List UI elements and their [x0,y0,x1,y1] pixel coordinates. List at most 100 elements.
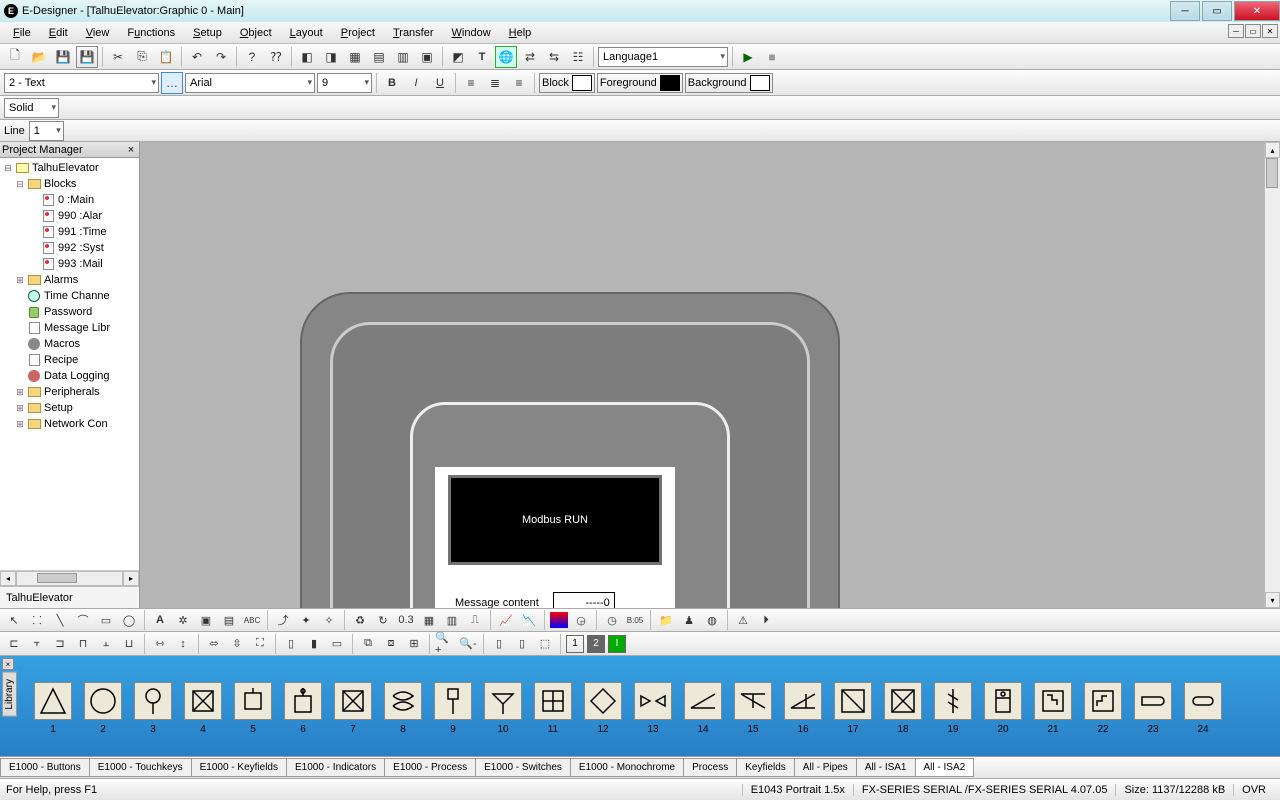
undo-icon[interactable]: ↶ [186,46,208,68]
library-symbol-13[interactable]: 13 [634,682,672,735]
library-tab[interactable]: E1000 - Touchkeys [89,758,192,777]
open-icon[interactable]: 📂 [28,46,50,68]
library-symbol-17[interactable]: 17 [834,682,872,735]
save-icon[interactable]: 💾 [52,46,74,68]
clock-icon[interactable]: ◷ [602,610,622,630]
tree-recipe[interactable]: Recipe [44,354,78,366]
font-select[interactable]: Arial [185,73,315,93]
library-symbol-19[interactable]: 19 [934,682,972,735]
folder2-icon[interactable]: 📁 [656,610,676,630]
tree-msglib[interactable]: Message Libr [44,322,110,334]
tree-time[interactable]: Time Channe [44,290,110,302]
library-close-icon[interactable]: × [2,658,14,670]
tree-block-991[interactable]: 991 :Time [58,226,107,238]
align-m-icon[interactable]: ⫠ [96,634,116,654]
samesize-icon[interactable]: ⛶ [250,634,270,654]
align-c-icon[interactable]: ⫟ [27,634,47,654]
button-icon[interactable]: ▣ [196,610,216,630]
stop-icon[interactable]: ■ [761,46,783,68]
align-b-icon[interactable]: ⊔ [119,634,139,654]
ellipse-icon[interactable]: ◯ [119,610,139,630]
background-color[interactable]: Background [685,73,773,93]
library-symbol-12[interactable]: 12 [584,682,622,735]
design-canvas[interactable]: Modbus RUN Message content -----0 Data q… [140,142,1280,608]
bars-icon[interactable]: ▥ [442,610,462,630]
tag1-icon[interactable]: ✦ [296,610,316,630]
library-tab[interactable]: All - ISA2 [915,758,975,777]
library-symbol-24[interactable]: 24 [1184,682,1222,735]
color-icon[interactable] [550,612,568,628]
tree-block-990[interactable]: 990 :Alar [58,210,102,222]
jump-icon[interactable]: ⤴ [273,610,293,630]
text-icon[interactable]: A [150,610,170,630]
align-t-icon[interactable]: ⊓ [73,634,93,654]
abc-icon[interactable]: ABC [242,610,262,630]
person-icon[interactable]: ♟ [679,610,699,630]
layer-2[interactable]: 2 [587,635,605,653]
library-symbol-23[interactable]: 23 [1134,682,1172,735]
menu-setup[interactable]: Setup [184,25,231,41]
sameh-icon[interactable]: ⇳ [227,634,247,654]
tool-c-icon[interactable]: ▦ [344,46,366,68]
library-symbol-11[interactable]: 11 [534,682,572,735]
trend-icon[interactable]: 📈 [496,610,516,630]
menu-layout[interactable]: Layout [281,25,332,41]
maximize-button[interactable]: ▭ [1202,1,1232,21]
chart-icon[interactable]: 📉 [519,610,539,630]
grid2-icon[interactable]: ⊞ [404,634,424,654]
library-symbol-10[interactable]: 10 [484,682,522,735]
tool-i-icon[interactable]: ⇆ [543,46,565,68]
library-tab[interactable]: All - Pipes [794,758,857,777]
layer-1[interactable]: 1 [566,635,584,653]
pm-tab[interactable]: TalhuElevator [0,586,139,608]
tree-network[interactable]: Network Con [44,418,108,430]
tool-a-icon[interactable]: ◧ [296,46,318,68]
tool-h-icon[interactable]: ⇄ [519,46,541,68]
tool-d-icon[interactable]: ▤ [368,46,390,68]
tree-block-992[interactable]: 992 :Syst [58,242,104,254]
arc-icon[interactable]: ⌒ [73,610,93,630]
library-symbol-3[interactable]: 3 [134,682,172,735]
select-icon[interactable]: ⸬ [27,610,47,630]
menu-edit[interactable]: Edit [40,25,77,41]
library-symbol-6[interactable]: 6 [284,682,322,735]
library-tab[interactable]: E1000 - Monochrome [570,758,684,777]
bos-icon[interactable]: B:05 [625,610,645,630]
samew-icon[interactable]: ⬄ [204,634,224,654]
object-type-select[interactable]: 2 - Text [4,73,159,93]
msg-content-value[interactable]: -----0 [553,592,615,608]
rect-icon[interactable]: ▭ [96,610,116,630]
library-symbol-22[interactable]: 22 [1084,682,1122,735]
close-button[interactable]: ✕ [1234,1,1280,21]
library-symbol-21[interactable]: 21 [1034,682,1072,735]
group-icon[interactable]: ⧉ [358,634,378,654]
copy-icon[interactable]: ⎘ [131,46,153,68]
new-icon[interactable]: 🗋 [4,46,26,68]
underline-icon[interactable]: U [429,72,451,94]
library-tab[interactable]: E1000 - Indicators [286,758,385,777]
library-symbol-4[interactable]: 4 [184,682,222,735]
tree-blocks[interactable]: Blocks [44,178,76,190]
symbol-icon[interactable]: ✲ [173,610,193,630]
line-icon[interactable]: ╲ [50,610,70,630]
library-tab[interactable]: All - ISA1 [856,758,916,777]
tree-datalog[interactable]: Data Logging [44,370,109,382]
context-help-icon[interactable]: ⁇ [265,46,287,68]
warn-icon[interactable]: ⚠ [733,610,753,630]
align-l-icon[interactable]: ⊏ [4,634,24,654]
library-tab[interactable]: Process [683,758,737,777]
tree-block-993[interactable]: 993 :Mail [58,258,103,270]
zoomout-icon[interactable]: 🔍- [458,634,478,654]
library-symbol-14[interactable]: 14 [684,682,722,735]
tree-block-0[interactable]: 0 :Main [58,194,94,206]
layer-i[interactable]: I [608,635,626,653]
num-icon[interactable]: 0.3 [396,610,416,630]
tile1-icon[interactable]: ▯ [281,634,301,654]
tree-setup[interactable]: Setup [44,402,73,414]
page1-icon[interactable]: ▯ [489,634,509,654]
pointer-icon[interactable]: ↖ [4,610,24,630]
tool-j-icon[interactable]: ☷ [567,46,589,68]
library-symbol-16[interactable]: 16 [784,682,822,735]
library-symbol-20[interactable]: 20 [984,682,1022,735]
font-size-select[interactable]: 9 [317,73,372,93]
